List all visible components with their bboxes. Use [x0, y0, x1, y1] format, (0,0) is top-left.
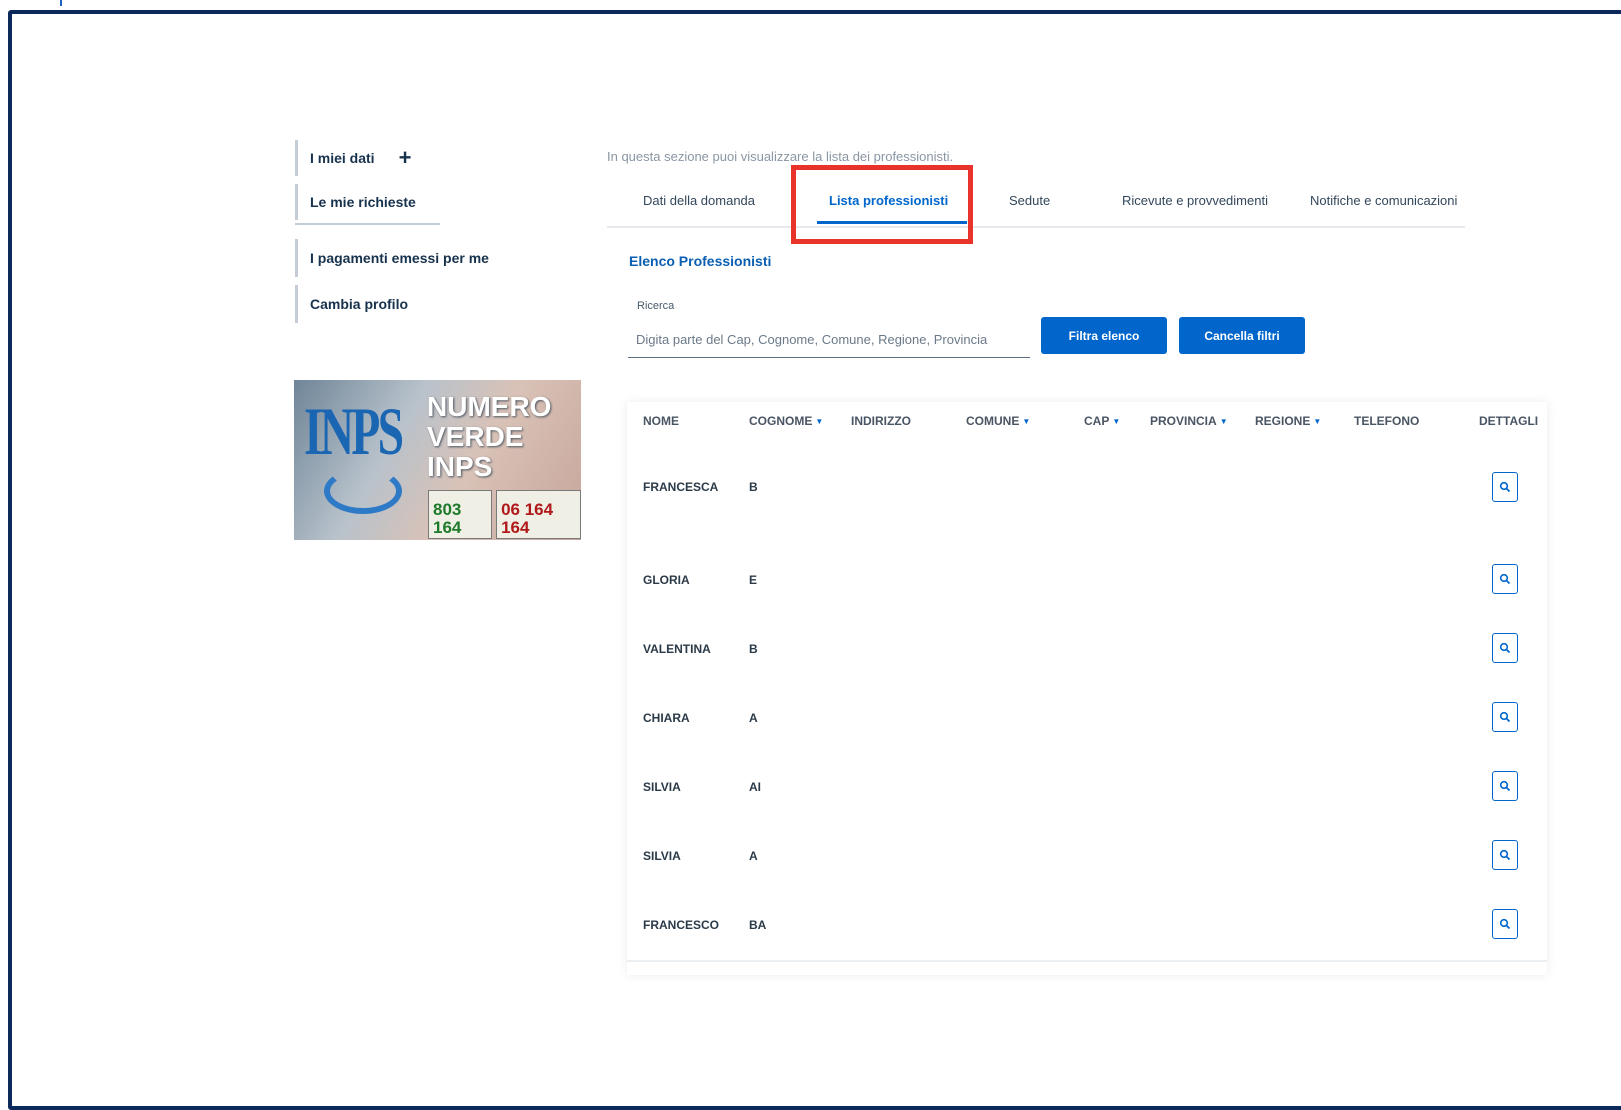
cell-cognome: A — [749, 849, 758, 863]
sidebar-item-label: I pagamenti emessi per me — [310, 250, 489, 266]
col-header-cap[interactable]: CAP ▼ — [1084, 414, 1120, 428]
cell-nome: VALENTINA — [643, 642, 711, 656]
plus-icon[interactable]: + — [399, 147, 412, 169]
cell-cognome: B — [749, 480, 758, 494]
search-label: Ricerca — [637, 300, 675, 312]
search-icon — [1499, 711, 1511, 723]
col-header-provincia[interactable]: PROVINCIA ▼ — [1150, 414, 1228, 428]
professionals-table: NOME COGNOME ▼ INDIRIZZO COMUNE ▼ CAP ▼ PRO… — [627, 402, 1547, 975]
col-header-label: COGNOME — [749, 414, 813, 428]
search-icon — [1499, 780, 1511, 792]
col-header-nome[interactable]: NOME — [643, 414, 679, 428]
section-intro: In questa sezione puoi visualizzare la l… — [607, 149, 954, 164]
sort-caret-icon: ▼ — [815, 417, 824, 427]
search-icon — [1499, 918, 1511, 930]
table-row[interactable]: SILVIA AI — [627, 753, 1547, 824]
highlight-annotation — [791, 165, 973, 244]
search-icon — [1499, 849, 1511, 861]
corner-marker — [60, 0, 62, 6]
details-button[interactable] — [1492, 564, 1518, 594]
details-button[interactable] — [1492, 840, 1518, 870]
cell-cognome: B — [749, 642, 758, 656]
sidebar: I miei dati + Le mie richieste I pagamen… — [295, 140, 595, 331]
banner-line: INPS — [427, 451, 493, 482]
col-header-label: DETTAGLI — [1479, 414, 1539, 428]
table-row[interactable]: VALENTINA B — [627, 615, 1547, 686]
cell-nome: SILVIA — [643, 780, 681, 794]
sidebar-item-cambia-profilo[interactable]: Cambia profilo — [295, 285, 595, 323]
cell-cognome: E — [749, 573, 758, 587]
numero-verde-banner[interactable]: INPS NUMERO VERDE INPS 803 164 06 164 16… — [294, 380, 581, 540]
sort-caret-icon: ▼ — [1112, 417, 1121, 427]
section-title: Elenco Professionisti — [629, 253, 772, 269]
cell-nome: GLORIA — [643, 573, 690, 587]
cell-nome: CHIARA — [643, 711, 690, 725]
sort-caret-icon: ▼ — [1022, 417, 1031, 427]
table-header: NOME COGNOME ▼ INDIRIZZO COMUNE ▼ CAP ▼ PRO… — [627, 402, 1547, 434]
banner-title: NUMERO VERDE INPS — [427, 392, 551, 482]
details-button[interactable] — [1492, 702, 1518, 732]
banner-phone-numbers: 803 164 06 164 164 — [428, 490, 581, 539]
clear-filters-button[interactable]: Cancella filtri — [1179, 317, 1305, 354]
sidebar-item-pagamenti[interactable]: I pagamenti emessi per me — [295, 239, 595, 277]
banner-line: VERDE — [427, 421, 524, 452]
tab-notifiche[interactable]: Notifiche e comunicazioni — [1310, 193, 1457, 208]
tab-bar: Dati della domanda Lista professionisti … — [607, 181, 1465, 228]
filter-button[interactable]: Filtra elenco — [1041, 317, 1167, 354]
phone-number-value: 06 164 164 — [501, 500, 554, 537]
col-header-label: CAP — [1084, 414, 1110, 428]
inps-logo: INPS — [304, 393, 404, 469]
sidebar-group: I pagamenti emessi per me Cambia profilo — [295, 239, 595, 323]
sort-caret-icon: ▼ — [1313, 417, 1322, 427]
col-header-regione[interactable]: REGIONE ▼ — [1255, 414, 1321, 428]
tab-dati-domanda[interactable]: Dati della domanda — [643, 193, 755, 208]
table-row[interactable]: FRANCESCO BA — [627, 891, 1547, 962]
banner-line: NUMERO — [427, 391, 552, 422]
arrows-icon — [324, 468, 402, 514]
sidebar-item-label: Cambia profilo — [310, 296, 409, 312]
search-input[interactable] — [628, 322, 1030, 358]
sidebar-item-label: I miei dati — [310, 150, 375, 166]
tab-sedute[interactable]: Sedute — [1009, 193, 1050, 208]
phone-number-value: 803 164 — [433, 500, 462, 537]
col-header-telefono[interactable]: TELEFONO — [1354, 414, 1419, 428]
col-header-label: INDIRIZZO — [851, 414, 911, 428]
phone-number-mobile: 06 164 164 — [496, 490, 581, 539]
details-button[interactable] — [1492, 472, 1518, 502]
sort-caret-icon: ▼ — [1219, 417, 1228, 427]
search-icon — [1499, 642, 1511, 654]
col-header-cognome[interactable]: COGNOME ▼ — [749, 414, 823, 428]
cell-cognome: BA — [749, 918, 767, 932]
sidebar-item-label: Le mie richieste — [310, 194, 416, 210]
col-header-label: PROVINCIA — [1150, 414, 1217, 428]
col-header-label: REGIONE — [1255, 414, 1311, 428]
details-button[interactable] — [1492, 771, 1518, 801]
table-row[interactable]: GLORIA E — [627, 546, 1547, 617]
sidebar-divider — [295, 223, 440, 225]
sidebar-item-miei-dati[interactable]: I miei dati + — [295, 140, 595, 176]
details-button[interactable] — [1492, 633, 1518, 663]
col-header-dettagli[interactable]: DETTAGLI — [1479, 414, 1538, 428]
col-header-label: COMUNE — [966, 414, 1020, 428]
table-row[interactable]: FRANCESCA B — [627, 434, 1547, 548]
col-header-indirizzo[interactable]: INDIRIZZO — [851, 414, 911, 428]
col-header-comune[interactable]: COMUNE ▼ — [966, 414, 1030, 428]
search-icon — [1499, 481, 1511, 493]
cell-nome: SILVIA — [643, 849, 681, 863]
details-button[interactable] — [1492, 909, 1518, 939]
phone-number-landline: 803 164 — [428, 490, 493, 539]
table-row[interactable]: SILVIA A — [627, 822, 1547, 893]
cell-nome: FRANCESCA — [643, 480, 719, 494]
tab-ricevute[interactable]: Ricevute e provvedimenti — [1122, 193, 1268, 208]
cell-cognome: AI — [749, 780, 761, 794]
sidebar-item-mie-richieste[interactable]: Le mie richieste — [295, 184, 595, 220]
col-header-label: TELEFONO — [1354, 414, 1420, 428]
search-icon — [1499, 573, 1511, 585]
col-header-label: NOME — [643, 414, 679, 428]
cell-cognome: A — [749, 711, 758, 725]
cell-nome: FRANCESCO — [643, 918, 720, 932]
table-row[interactable]: CHIARA A — [627, 684, 1547, 755]
